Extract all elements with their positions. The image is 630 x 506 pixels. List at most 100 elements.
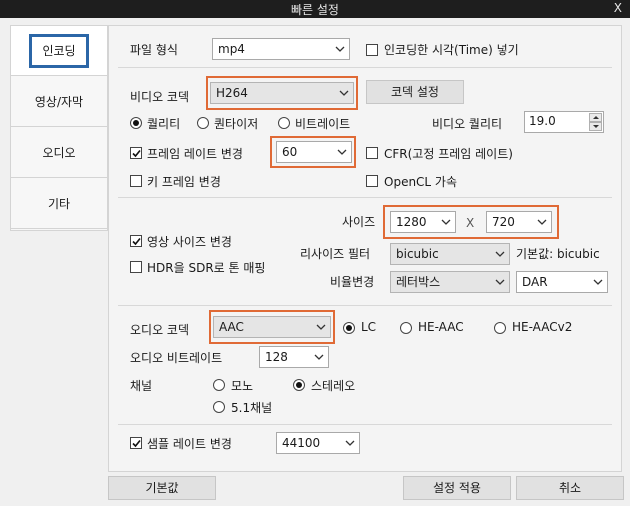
- ratio-select[interactable]: 레터박스: [390, 271, 510, 293]
- ratio-mode-value: DAR: [522, 275, 548, 289]
- chevron-down-icon: [337, 149, 347, 155]
- chevron-down-icon: [495, 279, 505, 285]
- sidebar-item-etc[interactable]: 기타: [11, 179, 107, 229]
- samplerate-select[interactable]: 44100: [276, 432, 360, 454]
- mode-quantizer-label: 퀀타이저: [214, 117, 259, 131]
- video-codec-label: 비디오 코덱: [130, 90, 190, 104]
- chevron-down-icon: [339, 90, 349, 96]
- width-value: 1280: [396, 215, 427, 229]
- channel-label: 채널: [130, 379, 153, 393]
- chevron-down-icon: [316, 324, 326, 330]
- sidebar-item-encoding[interactable]: 인코딩: [11, 26, 107, 76]
- file-format-value: mp4: [218, 42, 245, 56]
- timestamp-label: 인코딩한 시각(Time) 넣기: [384, 43, 519, 57]
- hdr-tonemap-label: HDR을 SDR로 톤 매핑: [147, 261, 266, 275]
- channel-mono-label: 모노: [231, 379, 254, 393]
- height-value: 720: [492, 215, 515, 229]
- samplerate-change-label: 샘플 레이트 변경: [147, 437, 232, 451]
- video-codec-value: H264: [216, 86, 248, 100]
- samplerate-value: 44100: [282, 436, 321, 450]
- framerate-change-label: 프레임 레이트 변경: [147, 147, 243, 161]
- sidebar-item-label: 기타: [47, 197, 71, 211]
- video-quality-value: 19.0: [529, 114, 556, 128]
- framerate-select[interactable]: 60: [276, 141, 352, 163]
- divider: [118, 424, 612, 425]
- chevron-down-icon: [314, 354, 324, 360]
- mode-quality-radio[interactable]: [130, 117, 142, 129]
- hdr-tonemap-checkbox[interactable]: [130, 261, 142, 273]
- opencl-label: OpenCL 가속: [384, 175, 458, 189]
- opencl-checkbox[interactable]: [366, 175, 378, 187]
- mode-bitrate-label: 비트레이트: [295, 117, 351, 131]
- window-title: 빠른 설정: [291, 3, 339, 17]
- height-select[interactable]: 720: [486, 211, 552, 233]
- profile-lc-label: LC: [361, 320, 377, 334]
- change-size-label: 영상 사이즈 변경: [147, 235, 232, 249]
- check-icon: [132, 149, 141, 158]
- spin-down-icon[interactable]: [589, 122, 602, 131]
- channel-stereo-label: 스테레오: [311, 379, 356, 393]
- cfr-label: CFR(고정 프레임 레이트): [384, 147, 513, 161]
- ratio-label: 비율변경: [330, 275, 375, 289]
- profile-he-aacv2-radio[interactable]: [494, 322, 506, 334]
- profile-lc-radio[interactable]: [343, 322, 355, 334]
- resize-filter-default: 기본값: bicubic: [516, 247, 600, 261]
- keyframe-checkbox[interactable]: [130, 175, 142, 187]
- timestamp-checkbox[interactable]: [366, 44, 378, 56]
- audio-bitrate-value: 128: [265, 350, 288, 364]
- mode-bitrate-radio[interactable]: [278, 117, 290, 129]
- chevron-down-icon: [335, 46, 345, 52]
- apply-button[interactable]: 설정 적용: [403, 476, 511, 500]
- video-codec-select[interactable]: H264: [210, 82, 354, 104]
- file-format-select[interactable]: mp4: [212, 38, 350, 60]
- channel-stereo-radio[interactable]: [293, 379, 305, 391]
- size-label: 사이즈: [342, 215, 376, 229]
- sidebar-item-audio[interactable]: 오디오: [11, 128, 107, 178]
- keyframe-label: 키 프레임 변경: [147, 175, 221, 189]
- channel-mono-radio[interactable]: [213, 379, 225, 391]
- active-tab-highlight: [29, 34, 89, 68]
- chevron-down-icon: [441, 219, 451, 225]
- video-quality-spinner[interactable]: 19.0: [524, 111, 604, 133]
- sidebar-item-label: 오디오: [42, 146, 76, 160]
- sidebar-item-video-subtitle[interactable]: 영상/자막: [11, 77, 107, 127]
- mode-quantizer-radio[interactable]: [197, 117, 209, 129]
- profile-he-aac-radio[interactable]: [400, 322, 412, 334]
- check-icon: [132, 237, 141, 246]
- default-button[interactable]: 기본값: [108, 476, 216, 500]
- spin-up-icon[interactable]: [589, 113, 602, 122]
- framerate-value: 60: [282, 145, 298, 159]
- mode-quality-label: 퀄리티: [147, 117, 181, 131]
- audio-bitrate-label: 오디오 비트레이트: [130, 351, 223, 365]
- ratio-mode-select[interactable]: DAR: [516, 271, 608, 293]
- change-size-checkbox[interactable]: [130, 235, 142, 247]
- chevron-down-icon: [495, 251, 505, 257]
- channel-51-label: 5.1채널: [231, 401, 273, 415]
- resize-filter-label: 리사이즈 필터: [300, 247, 371, 261]
- audio-bitrate-select[interactable]: 128: [259, 346, 329, 368]
- chevron-down-icon: [593, 279, 603, 285]
- profile-he-aacv2-label: HE-AACv2: [512, 320, 573, 334]
- samplerate-change-checkbox[interactable]: [130, 437, 142, 449]
- resize-filter-value: bicubic: [396, 247, 439, 261]
- close-button[interactable]: X: [614, 1, 622, 15]
- divider: [118, 197, 612, 198]
- cancel-button[interactable]: 취소: [516, 476, 624, 500]
- width-select[interactable]: 1280: [390, 211, 456, 233]
- divider: [118, 305, 612, 306]
- channel-51-radio[interactable]: [213, 401, 225, 413]
- audio-codec-select[interactable]: AAC: [213, 316, 331, 338]
- audio-codec-label: 오디오 코덱: [130, 323, 190, 337]
- divider: [118, 67, 612, 68]
- title-bar: 빠른 설정 X: [0, 0, 630, 18]
- size-x-label: X: [466, 216, 475, 230]
- video-quality-label: 비디오 퀄리티: [432, 117, 503, 131]
- chevron-down-icon: [537, 219, 547, 225]
- check-icon: [132, 439, 141, 448]
- cfr-checkbox[interactable]: [366, 147, 378, 159]
- sidebar-item-label: 영상/자막: [34, 95, 84, 109]
- codec-settings-button[interactable]: 코덱 설정: [366, 80, 464, 104]
- profile-he-aac-label: HE-AAC: [418, 320, 464, 334]
- framerate-change-checkbox[interactable]: [130, 147, 142, 159]
- resize-filter-select[interactable]: bicubic: [390, 243, 510, 265]
